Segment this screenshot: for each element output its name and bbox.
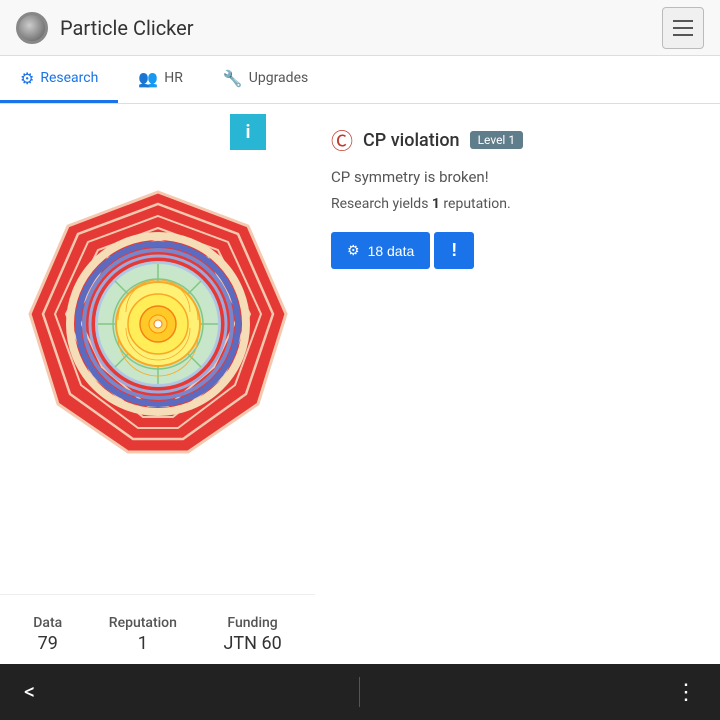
research-item-yield: Research yields 1 reputation.	[331, 196, 704, 212]
stat-rep-value: 1	[109, 633, 177, 654]
level-badge: Level 1	[470, 131, 524, 149]
top-bar: Particle Clicker	[0, 0, 720, 56]
stat-data-label: Data	[33, 615, 62, 631]
particle-visualizer[interactable]	[13, 144, 303, 504]
stat-funding: Funding JTN 60	[223, 615, 281, 654]
upgrades-tab-label: Upgrades	[249, 70, 308, 86]
stat-reputation: Reputation 1	[109, 615, 177, 654]
action-row: ⚙ 18 data !	[331, 232, 704, 269]
main-content: i	[0, 104, 720, 664]
back-button[interactable]: <	[16, 672, 43, 713]
hr-tab-label: HR	[164, 70, 183, 86]
stat-rep-label: Reputation	[109, 615, 177, 631]
yield-unit: reputation.	[440, 196, 511, 212]
research-item-description: CP symmetry is broken!	[331, 168, 704, 186]
exclaim-button[interactable]: !	[434, 232, 474, 269]
cp-violation-icon: Ⓒ	[331, 124, 353, 156]
right-panel: Ⓒ CP violation Level 1 CP symmetry is br…	[315, 104, 720, 664]
gear-icon: ⚙	[347, 242, 360, 259]
bottom-bar: < ⋮	[0, 664, 720, 720]
menu-line-2	[673, 27, 693, 29]
app-icon	[16, 12, 48, 44]
app-title: Particle Clicker	[60, 16, 662, 40]
yield-text: Research yields	[331, 196, 432, 212]
upgrades-tab-icon: 🔧	[223, 69, 243, 88]
left-panel: i	[0, 104, 315, 664]
menu-line-3	[673, 34, 693, 36]
more-button[interactable]: ⋮	[667, 672, 704, 713]
stat-data-value: 79	[33, 633, 62, 654]
stats-row: Data 79 Reputation 1 Funding JTN 60	[0, 594, 315, 664]
research-item-header: Ⓒ CP violation Level 1	[331, 124, 704, 156]
research-tab-icon: ⚙	[20, 69, 34, 88]
stat-data: Data 79	[33, 615, 62, 654]
tab-research[interactable]: ⚙ Research	[0, 56, 118, 103]
tab-hr[interactable]: 👥 HR	[118, 56, 203, 103]
research-tab-label: Research	[40, 70, 98, 86]
yield-amount: 1	[432, 196, 440, 212]
info-button[interactable]: i	[230, 114, 266, 150]
data-button-label: 18 data	[368, 243, 415, 259]
stat-fund-label: Funding	[223, 615, 281, 631]
menu-line-1	[673, 20, 693, 22]
hr-tab-icon: 👥	[138, 69, 158, 88]
tab-upgrades[interactable]: 🔧 Upgrades	[203, 56, 328, 103]
tabs-bar: ⚙ Research 👥 HR 🔧 Upgrades	[0, 56, 720, 104]
rings-svg	[18, 184, 298, 464]
research-item-cp-violation: Ⓒ CP violation Level 1 CP symmetry is br…	[331, 124, 704, 269]
nav-divider	[359, 677, 360, 707]
stat-fund-value: JTN 60	[223, 633, 281, 654]
menu-button[interactable]	[662, 7, 704, 49]
research-item-name: CP violation	[363, 130, 460, 151]
research-data-button[interactable]: ⚙ 18 data	[331, 232, 430, 269]
